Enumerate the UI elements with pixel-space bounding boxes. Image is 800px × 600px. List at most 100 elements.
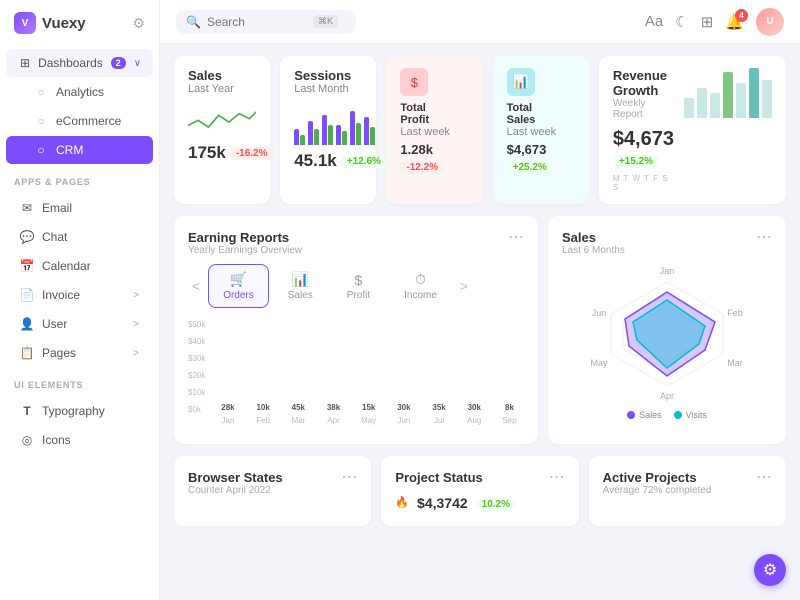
radar-title: Sales: [562, 230, 625, 245]
search-icon: 🔍: [186, 15, 201, 29]
sessions-value: 45.1k: [294, 151, 337, 171]
sidebar-item-ecommerce[interactable]: ○ eCommerce: [6, 107, 153, 135]
sidebar-item-calendar[interactable]: 📅 Calendar: [6, 252, 153, 280]
header: 🔍 ⌘K Aa ☾ ⊞ 🔔 4 U: [160, 0, 800, 44]
total-sales-stat-card: 📊 Total Sales Last week $4,673 +25.2%: [493, 56, 589, 204]
bar-group: 45k: [284, 403, 313, 414]
svg-text:Apr: Apr: [660, 391, 674, 401]
project-status-header: Project Status ⋯: [395, 470, 564, 486]
browser-states-header: Browser States Counter April 2022 ⋯: [188, 470, 357, 496]
profit-tab-icon: $: [355, 272, 363, 288]
legend-sales: Sales: [627, 410, 662, 420]
active-projects-title: Active Projects: [603, 470, 712, 485]
sidebar-item-typography[interactable]: T Typography: [6, 397, 153, 425]
sidebar-item-icons[interactable]: ◎ Icons: [6, 426, 153, 454]
sidebar-item-dashboards[interactable]: ⊞ Dashboards 2 ∨: [6, 49, 153, 77]
sales-legend-label: Sales: [639, 410, 662, 420]
bottom-row: Browser States Counter April 2022 ⋯ Proj…: [174, 456, 786, 526]
pages-arrow: >: [133, 348, 139, 359]
earning-title: Earning Reports: [188, 230, 302, 245]
darkmode-icon[interactable]: ☾: [675, 13, 688, 31]
sidebar-item-crm[interactable]: ○ CRM: [6, 136, 153, 164]
email-label: Email: [42, 201, 72, 215]
ui-group: T Typography ◎ Icons: [0, 394, 159, 457]
project-status-stats: 🔥 $4,3742 10.2%: [395, 494, 564, 511]
sales-legend: Sales Visits: [562, 410, 772, 420]
crm-label: CRM: [56, 143, 83, 157]
sidebar-item-user[interactable]: 👤 User >: [6, 310, 153, 338]
totalsales-icon: 📊: [507, 68, 535, 96]
sidebar-item-invoice[interactable]: 📄 Invoice >: [6, 281, 153, 309]
tab-prev-btn[interactable]: <: [188, 274, 204, 298]
icons-icon: ◎: [20, 433, 34, 447]
sessions-change: +12.6%: [341, 155, 387, 168]
sales-change: -16.2%: [230, 147, 274, 160]
invoice-icon: 📄: [20, 288, 34, 302]
dashboards-label: Dashboards: [38, 56, 103, 70]
tab-income[interactable]: ⏱ Income: [389, 264, 452, 308]
project-status-value: $4,3742: [417, 495, 468, 511]
radar-subtitle: Last 6 Months: [562, 245, 625, 256]
user-arrow: >: [133, 319, 139, 330]
typography-label: Typography: [42, 404, 105, 418]
sales-stat-card: Sales Last Year 175k -16.2%: [174, 56, 270, 204]
project-status-menu-icon[interactable]: ⋯: [549, 470, 565, 486]
svg-text:Jan: Jan: [660, 266, 675, 276]
search-box[interactable]: 🔍 ⌘K: [176, 10, 356, 34]
apps-group: ✉ Email 💬 Chat 📅 Calendar 📄 Invoice > 👤 …: [0, 191, 159, 370]
browser-states-menu-icon[interactable]: ⋯: [341, 470, 357, 486]
invoice-arrow: >: [133, 290, 139, 301]
translate-icon[interactable]: Aa: [645, 13, 663, 30]
sidebar-item-email[interactable]: ✉ Email: [6, 194, 153, 222]
analytics-circle-icon: ○: [34, 85, 48, 99]
sidebar-item-pages[interactable]: 📋 Pages >: [6, 339, 153, 367]
browser-states-title: Browser States: [188, 470, 283, 485]
tab-next-btn[interactable]: >: [456, 274, 472, 298]
radar-svg: Jan Feb Mar Apr May Jun: [587, 264, 747, 404]
income-tab-icon: ⏱: [415, 271, 426, 288]
sales-radar-card: Sales Last 6 Months ⋯ Jan Feb Mar Apr Ma…: [548, 216, 786, 444]
profit-value: 1.28k: [400, 142, 468, 157]
revenue-subtitle: Weekly Report: [613, 98, 674, 120]
tab-orders[interactable]: 🛒 Orders: [208, 264, 269, 308]
svg-text:Mar: Mar: [727, 358, 743, 368]
sessions-title: Sessions: [294, 68, 362, 83]
settings-icon[interactable]: ⚙: [132, 15, 145, 32]
avatar[interactable]: U: [756, 8, 784, 36]
logo-icon: V: [14, 12, 36, 34]
earning-card-header: Earning Reports Yearly Earnings Overview…: [188, 230, 524, 256]
visits-legend-label: Visits: [686, 410, 707, 420]
svg-text:May: May: [590, 358, 608, 368]
sessions-chart: [294, 101, 362, 145]
typography-icon: T: [20, 404, 34, 418]
active-projects-header: Active Projects Average 72% completed ⋯: [603, 470, 772, 496]
apps-section-label: APPS & PAGES: [0, 167, 159, 191]
ui-section-label: UI ELEMENTS: [0, 370, 159, 394]
earning-subtitle: Yearly Earnings Overview: [188, 245, 302, 256]
grid-icon[interactable]: ⊞: [701, 13, 714, 31]
sidebar-item-analytics[interactable]: ○ Analytics: [6, 78, 153, 106]
tab-sales[interactable]: 📊 Sales: [273, 264, 328, 308]
earning-menu-icon[interactable]: ⋯: [508, 230, 524, 246]
tab-profit[interactable]: $ Profit: [332, 265, 385, 308]
bar-group: 35k: [424, 403, 453, 414]
earning-chart-area: $50k $40k $30k $20k $10k $0k 28k10k45k38…: [188, 320, 524, 430]
search-input[interactable]: [207, 15, 307, 29]
fab-button[interactable]: ⚙: [754, 554, 786, 586]
profit-icon: $: [400, 68, 428, 96]
sales-sparkline: [188, 99, 256, 135]
notification-icon[interactable]: 🔔 4: [725, 13, 744, 31]
active-projects-menu-icon[interactable]: ⋯: [756, 470, 772, 486]
user-icon: 👤: [20, 317, 34, 331]
sidebar-item-chat[interactable]: 💬 Chat: [6, 223, 153, 251]
orders-tab-icon: 🛒: [230, 271, 247, 288]
app-name: Vuexy: [42, 15, 86, 32]
profit-subtitle: Last week: [400, 126, 468, 138]
radar-menu-icon[interactable]: ⋯: [756, 230, 772, 246]
calendar-label: Calendar: [42, 259, 91, 273]
profit-tab-label: Profit: [347, 290, 370, 301]
ecommerce-circle-icon: ○: [34, 114, 48, 128]
analytics-label: Analytics: [56, 85, 104, 99]
project-status-change: 10.2%: [476, 498, 516, 511]
dashboards-icon: ⊞: [20, 56, 30, 70]
